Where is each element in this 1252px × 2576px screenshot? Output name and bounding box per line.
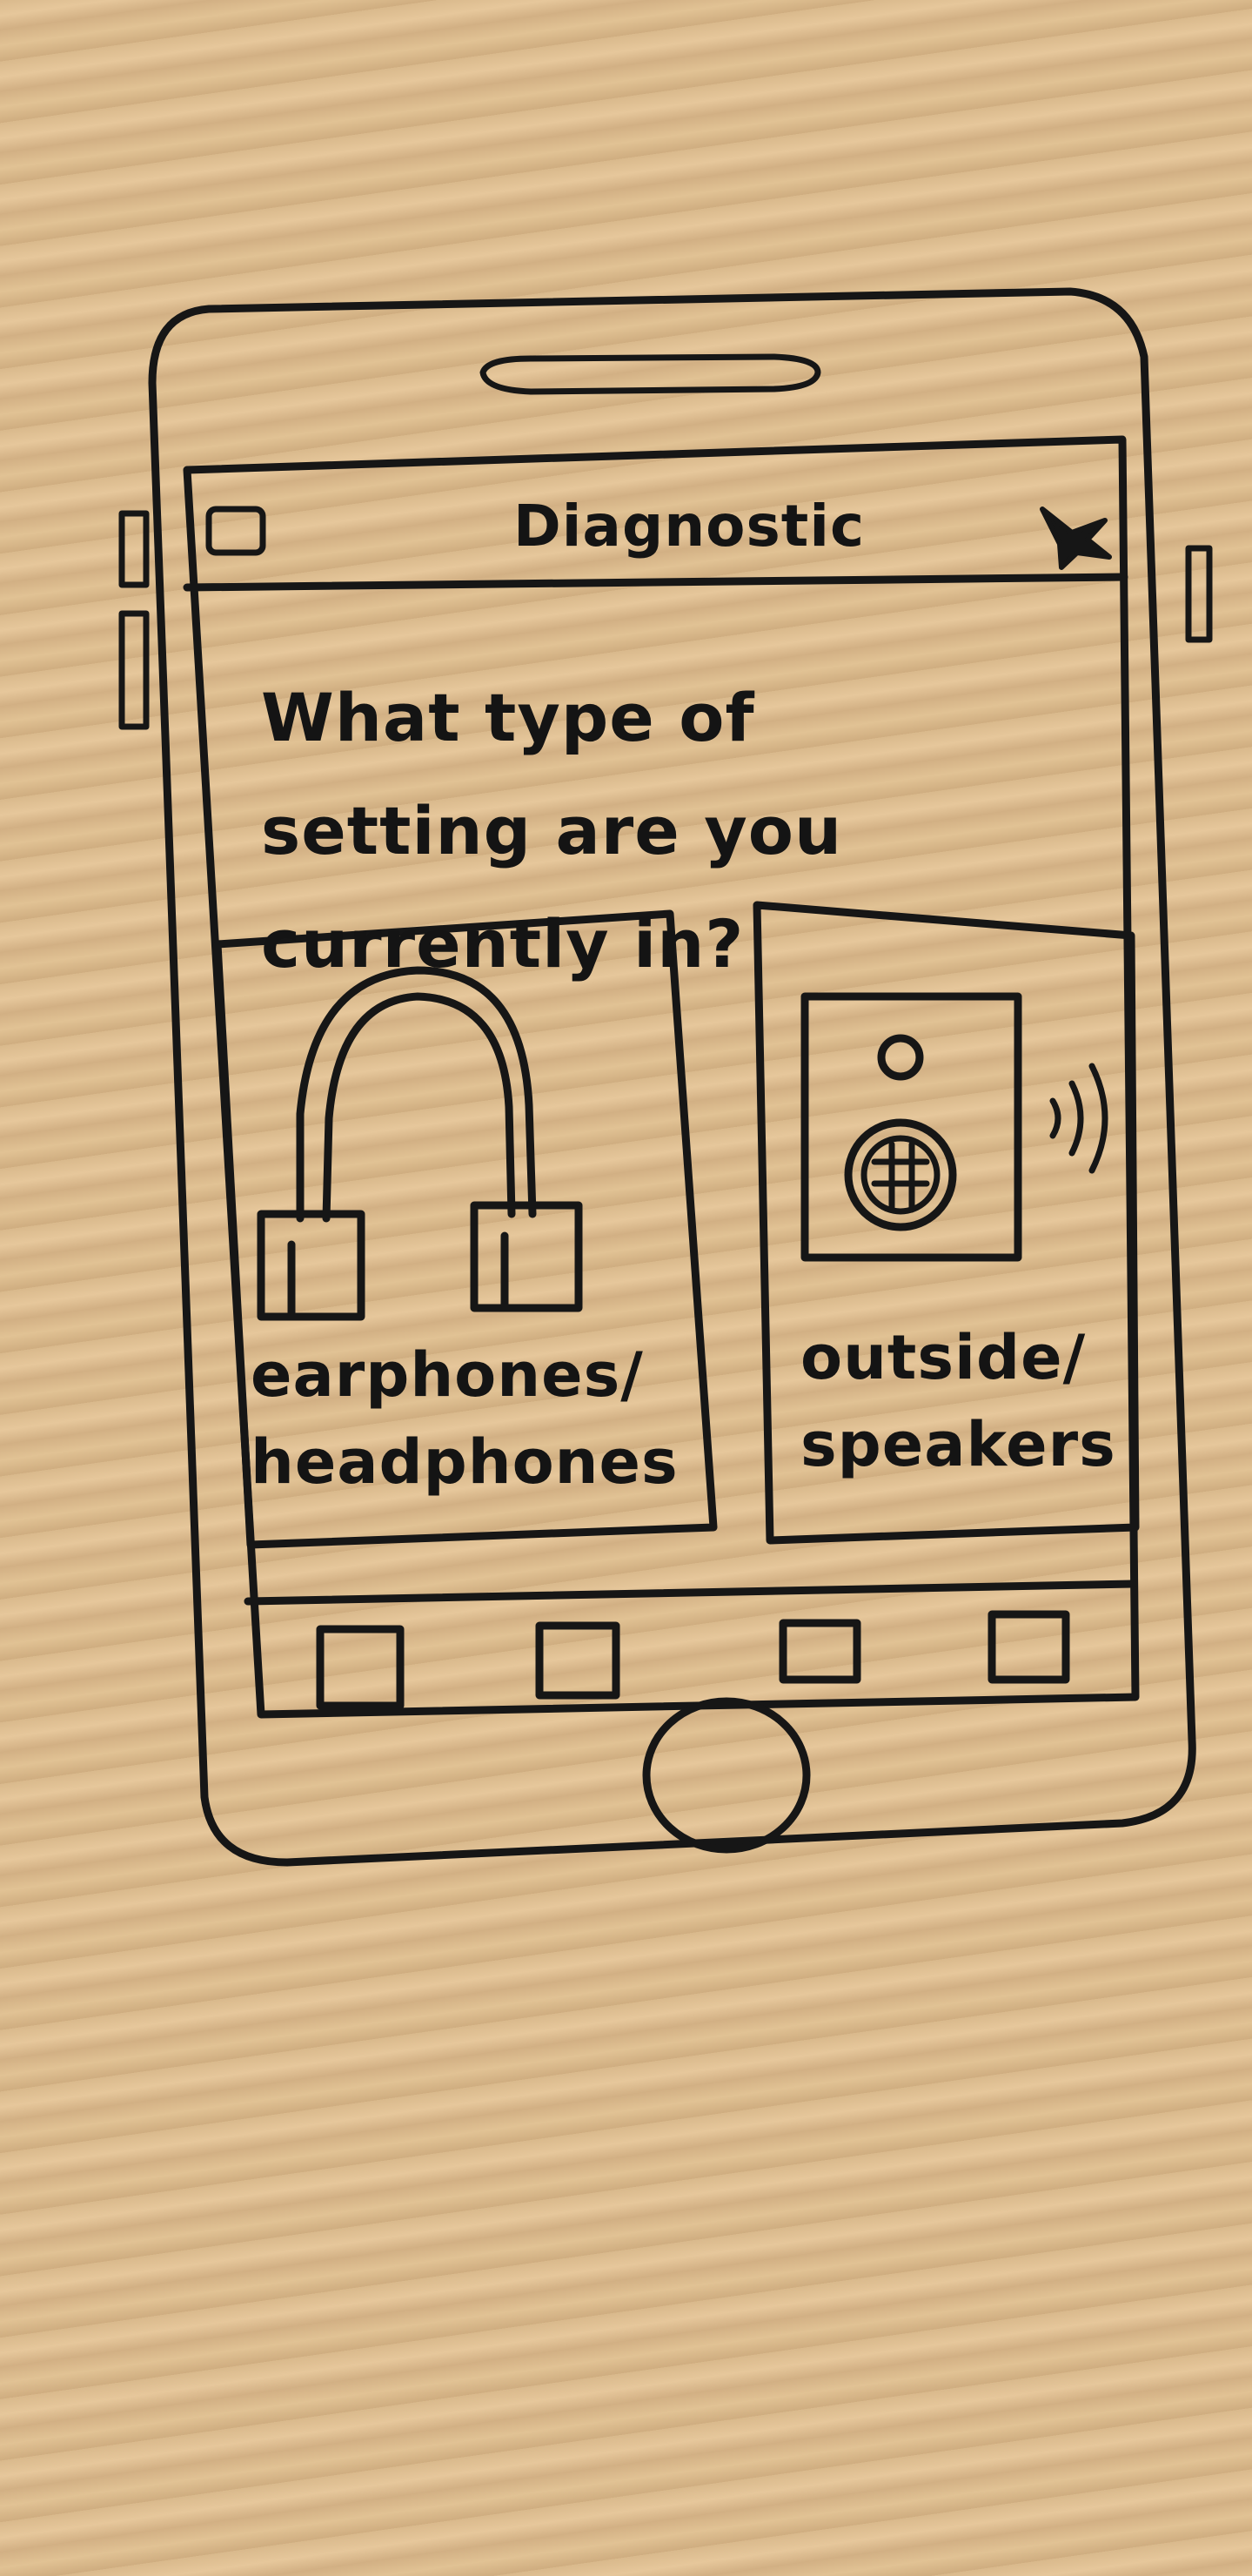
option-label-headphones[interactable]: earphones/ headphones [251, 1332, 686, 1506]
option-label-speakers[interactable]: outside/ speakers [800, 1314, 1166, 1488]
headphones-icon [257, 966, 583, 1321]
paper-prototype [118, 287, 1213, 1867]
side-button [118, 510, 150, 588]
speaker-icon [800, 992, 1108, 1262]
question-text: What type of setting are you currently i… [261, 679, 843, 983]
screen [183, 435, 1140, 1719]
bird-icon[interactable] [1040, 506, 1112, 570]
tab-square-icon[interactable] [988, 1610, 1070, 1684]
header-divider [183, 573, 1128, 592]
square-icon[interactable] [205, 506, 266, 556]
speaker-slot [479, 353, 821, 395]
side-button [1185, 545, 1213, 643]
page-title: Diagnostic [513, 493, 866, 560]
circle-icon[interactable] [642, 1697, 811, 1854]
tab-square-icon[interactable] [779, 1619, 861, 1684]
tab-square-icon[interactable] [316, 1625, 405, 1710]
side-button [118, 610, 150, 730]
tabbar-divider [244, 1580, 1137, 1606]
tab-square-icon[interactable] [535, 1621, 620, 1700]
